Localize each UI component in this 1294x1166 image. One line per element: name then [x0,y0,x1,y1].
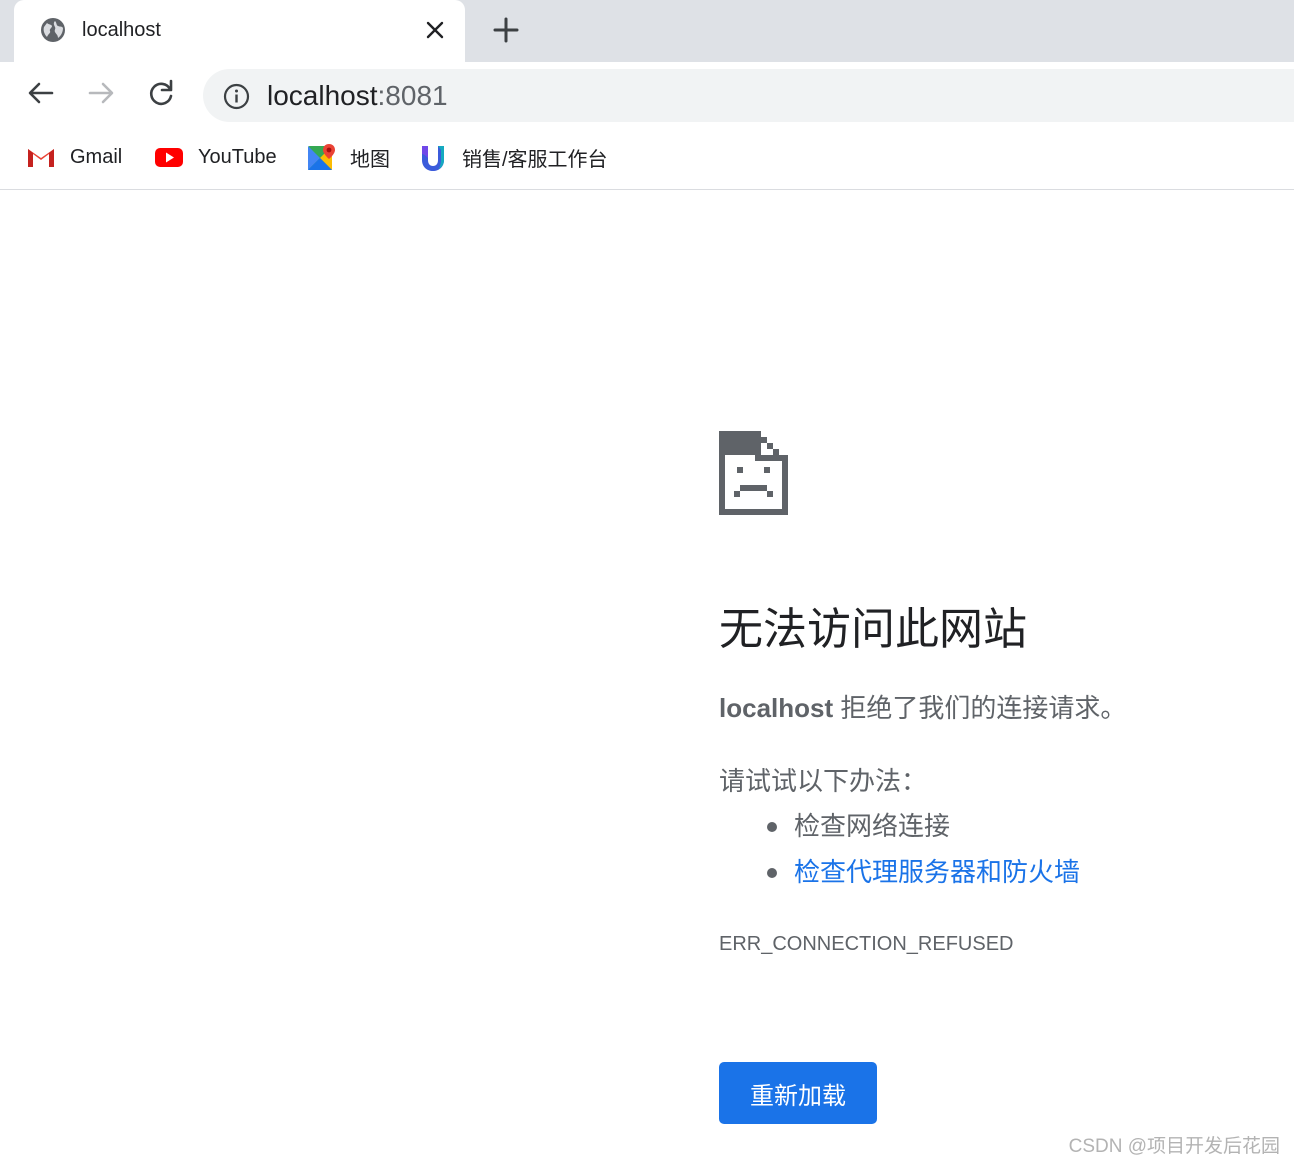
url-port: :8081 [377,80,448,111]
bookmark-label: YouTube [198,145,277,168]
gmail-icon [28,149,54,167]
reload-button[interactable]: 重新加载 [719,1062,877,1124]
youtube-icon [155,148,183,167]
bookmark-youtube[interactable]: YouTube [154,140,277,174]
error-page: 无法访问此网站 localhost 拒绝了我们的连接请求。 请试试以下办法： 检… [0,190,1294,1166]
tab-title: localhost [82,19,161,41]
bookmark-label: 销售/客服工作台 [462,148,608,171]
bookmark-label: 地图 [350,148,390,171]
error-code: ERR_CONNECTION_REFUSED [719,933,1014,955]
watermark: CSDN @项目开发后花园 [1068,1136,1280,1157]
url-text[interactable]: localhost:8081 [267,79,448,112]
error-description: localhost 拒绝了我们的连接请求。 [719,690,1126,726]
globe-icon [41,18,65,42]
suggestions-heading: 请试试以下办法： [719,766,928,796]
close-icon[interactable] [422,17,448,43]
tab-strip: localhost [0,0,1294,62]
info-icon[interactable] [223,83,250,110]
bookmark-workbench[interactable]: 销售/客服工作台 [418,140,608,174]
error-message: 拒绝了我们的连接请求。 [833,693,1127,723]
bookmark-label: Gmail [70,145,123,168]
back-arrow-icon[interactable] [24,76,58,110]
bookmark-maps[interactable]: 地图 [306,140,390,174]
plus-icon[interactable] [490,14,522,46]
sad-page-icon [719,431,788,515]
tab-localhost[interactable]: localhost [14,0,465,62]
error-host: localhost [719,693,834,723]
maps-icon [308,144,335,170]
address-bar[interactable]: localhost:8081 [203,69,1294,122]
forward-arrow-icon[interactable] [84,76,118,110]
bookmark-gmail[interactable]: Gmail [26,140,122,174]
browser-toolbar: localhost:8081 [0,62,1294,128]
suggestion-check-network: 检查网络连接 [764,808,1080,854]
suggestions-list: 检查网络连接 检查代理服务器和防火墙 [764,808,1080,900]
reload-icon[interactable] [144,76,178,110]
bookmarks-bar: Gmail YouTube 地图 销售/客服工作台 [0,128,1294,190]
error-title: 无法访问此网站 [719,605,1027,654]
suggestion-check-proxy-link[interactable]: 检查代理服务器和防火墙 [764,854,1080,900]
url-host: localhost [267,80,378,111]
workbench-icon [422,146,444,171]
